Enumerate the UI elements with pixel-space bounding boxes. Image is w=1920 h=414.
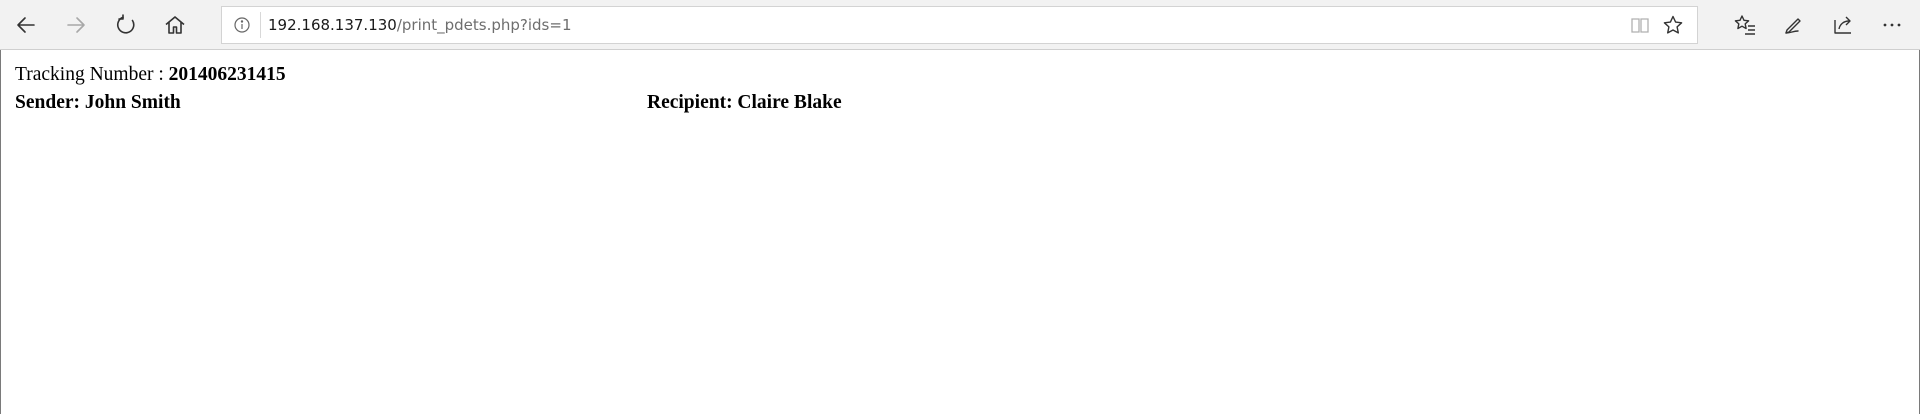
tracking-number: 201406231415 [168, 64, 286, 85]
arrow-right-icon [67, 17, 85, 33]
more-button[interactable] [1872, 5, 1912, 45]
refresh-icon [116, 14, 135, 34]
favorites-button[interactable] [1725, 5, 1765, 45]
share-button[interactable] [1823, 5, 1863, 45]
sender-text: Sender: John Smith [15, 92, 181, 113]
share-icon [1834, 16, 1851, 34]
address-bar[interactable]: 192.168.137.130/print_pdets.php?ids=1 [221, 6, 1698, 44]
home-button[interactable] [155, 5, 195, 45]
back-button[interactable] [6, 5, 46, 45]
arrow-left-icon [17, 17, 35, 33]
url-host: 192.168.137.130 [268, 16, 397, 34]
forward-button[interactable] [56, 5, 96, 45]
browser-toolbar: 192.168.137.130/print_pdets.php?ids=1 [0, 0, 1920, 50]
refresh-button[interactable] [106, 5, 146, 45]
notes-button[interactable] [1774, 5, 1814, 45]
reading-view-button[interactable] [1629, 14, 1651, 36]
favorites-list-icon [1734, 15, 1755, 35]
recipient-text: Recipient: Claire Blake [647, 92, 842, 113]
tracking-line: Tracking Number : 201406231415 [15, 64, 286, 86]
home-icon [165, 16, 185, 34]
star-icon [1663, 15, 1683, 34]
url-text[interactable]: 192.168.137.130/print_pdets.php?ids=1 [268, 7, 572, 43]
pen-icon [1785, 18, 1801, 34]
tracking-label: Tracking Number : [15, 64, 169, 85]
favorite-button[interactable] [1662, 14, 1684, 36]
page-content: Tracking Number : 201406231415 Sender: J… [0, 50, 1920, 414]
url-path: /print_pdets.php?ids=1 [396, 16, 572, 34]
book-icon [1631, 18, 1649, 33]
info-icon[interactable] [232, 15, 252, 35]
address-separator [260, 12, 261, 38]
more-icon [1883, 23, 1901, 27]
